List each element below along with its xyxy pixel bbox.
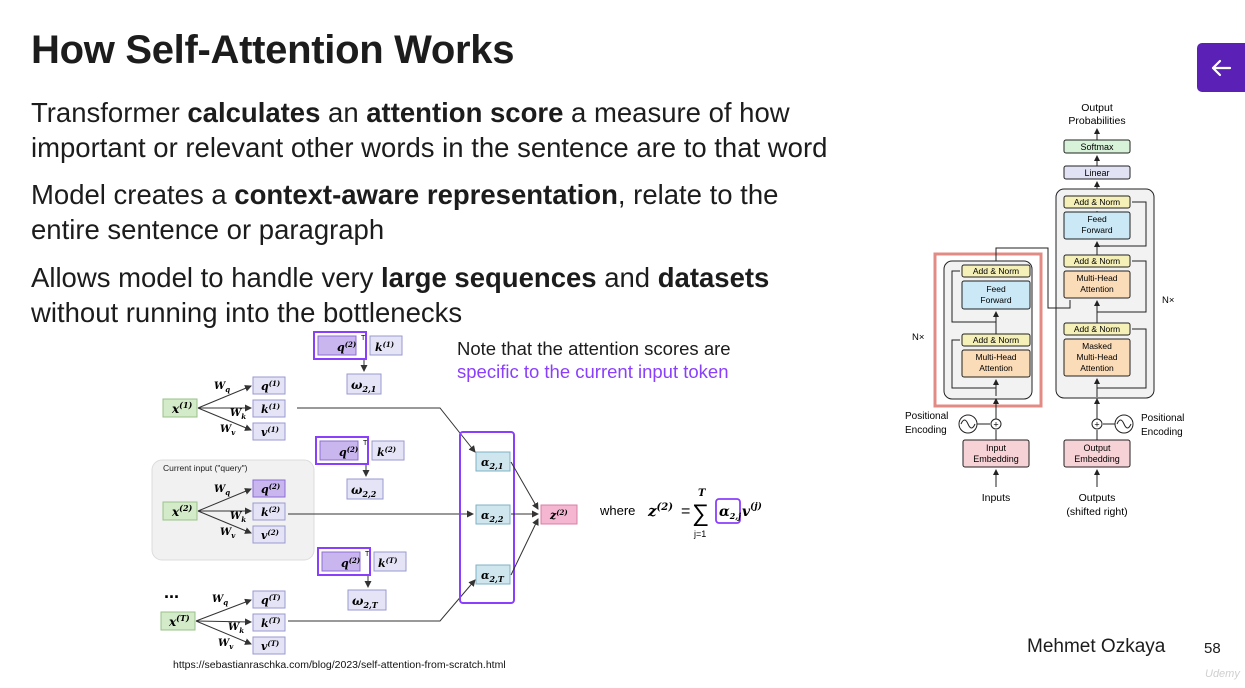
- svg-text:Wk: Wk: [230, 408, 246, 421]
- transformer-diagram: Output Probabilities Softmax Linear Add …: [905, 102, 1184, 518]
- svg-text:Add & Norm: Add & Norm: [973, 335, 1019, 345]
- svg-text:Wv: Wv: [220, 424, 236, 437]
- bullet-3-bold-datasets: datasets: [657, 262, 770, 293]
- svg-text:Softmax: Softmax: [1080, 142, 1114, 152]
- svg-text:Wk: Wk: [228, 622, 244, 635]
- svg-text:T: T: [698, 488, 707, 499]
- svg-text:z(2): z(2): [647, 502, 673, 520]
- svg-text:Multi-Head: Multi-Head: [975, 352, 1016, 362]
- svg-text:Wq: Wq: [212, 594, 228, 607]
- svg-text:Masked: Masked: [1082, 341, 1112, 351]
- svg-text:Positional: Positional: [1141, 413, 1184, 424]
- inputs-label: Inputs: [982, 492, 1011, 504]
- bullet-1: Transformer calculates an attention scor…: [31, 95, 901, 165]
- svg-text:T: T: [363, 440, 368, 447]
- svg-text:Attention: Attention: [979, 363, 1013, 373]
- self-attention-diagram: Current input ("query") x(1) Wq Wk Wv q(…: [151, 331, 762, 655]
- back-button[interactable]: [1197, 43, 1245, 92]
- attention-formula: where z(2) = T ∑ j=1 α2,j v(j): [599, 488, 762, 539]
- svg-text:Add & Norm: Add & Norm: [973, 266, 1019, 276]
- bullet-3-text: without running into the bottlenecks: [31, 297, 463, 328]
- svg-text:Feed: Feed: [1087, 214, 1107, 224]
- svg-text:Embedding: Embedding: [1074, 454, 1120, 464]
- svg-text:Encoding: Encoding: [905, 425, 947, 436]
- decoder-nx-label: N×: [1162, 295, 1174, 306]
- svg-text:where: where: [599, 503, 635, 518]
- slide-title: How Self-Attention Works: [31, 28, 515, 72]
- svg-text:Attention: Attention: [1080, 363, 1114, 373]
- bullet-3-bold-large-sequences: large sequences: [381, 262, 597, 293]
- svg-text:T: T: [361, 335, 366, 342]
- svg-text:Multi-Head: Multi-Head: [1076, 273, 1117, 283]
- page-number: 58: [1204, 640, 1221, 657]
- udemy-watermark: Udemy: [1205, 668, 1240, 680]
- output-probabilities-line2: Probabilities: [1068, 115, 1125, 127]
- svg-text:Linear: Linear: [1084, 168, 1109, 178]
- svg-text:+: +: [993, 420, 998, 430]
- svg-text:Output: Output: [1083, 443, 1111, 453]
- current-input-label: Current input ("query"): [163, 463, 248, 473]
- outputs-label: Outputs: [1079, 492, 1116, 504]
- svg-text:j=1: j=1: [693, 529, 706, 539]
- svg-text:Wq: Wq: [214, 381, 230, 394]
- bullet-2-text: Model creates a: [31, 179, 235, 210]
- encoder-nx-label: N×: [912, 332, 924, 343]
- input-row-t: ... x(T) Wq Wk Wv q(T) k(T) v(T): [160, 582, 286, 655]
- bullet-1-text: an: [320, 97, 367, 128]
- svg-text:Multi-Head: Multi-Head: [1076, 352, 1117, 362]
- bullet-3-text: and: [596, 262, 658, 293]
- svg-text:∑: ∑: [692, 500, 709, 527]
- bullet-2: Model creates a context-aware representa…: [31, 177, 851, 247]
- bullet-1-text: Transformer: [31, 97, 188, 128]
- svg-text:Add & Norm: Add & Norm: [1074, 256, 1120, 266]
- bullet-1-bold-calculates: calculates: [187, 97, 321, 128]
- source-link[interactable]: https://sebastianraschka.com/blog/2023/s…: [173, 659, 506, 671]
- output-probabilities-line1: Output: [1081, 102, 1113, 114]
- ellipsis: ...: [164, 582, 179, 602]
- dot-pair-2: q(2) T k(2) ω2,2: [315, 436, 405, 500]
- svg-text:Positional: Positional: [905, 411, 948, 422]
- svg-text:Wv: Wv: [218, 638, 234, 651]
- dot-pair-1: q(2) T k(1) ω2,1: [313, 331, 403, 395]
- svg-text:Embedding: Embedding: [973, 454, 1019, 464]
- bullet-3: Allows model to handle very large sequen…: [31, 260, 851, 330]
- bullet-1-bold-attention-score: attention score: [366, 97, 564, 128]
- svg-text:α2,j: α2,j: [719, 504, 741, 521]
- svg-text:Add & Norm: Add & Norm: [1074, 197, 1120, 207]
- svg-text:Attention: Attention: [1080, 284, 1114, 294]
- svg-text:Encoding: Encoding: [1141, 427, 1183, 438]
- svg-text:Input: Input: [986, 443, 1007, 453]
- author-name: Mehmet Ozkaya: [1027, 636, 1166, 657]
- bullet-3-text: Allows model to handle very: [31, 262, 382, 293]
- bullet-2-bold-context: context-aware representation: [234, 179, 618, 210]
- svg-text:T: T: [365, 551, 370, 558]
- svg-text:=: =: [681, 503, 690, 520]
- input-row-1: x(1) Wq Wk Wv q(1) k(1) v(1): [162, 376, 286, 441]
- svg-text:Forward: Forward: [1081, 225, 1112, 235]
- svg-text:Forward: Forward: [980, 295, 1011, 305]
- svg-text:Feed: Feed: [986, 284, 1006, 294]
- svg-text:v(j): v(j): [742, 501, 762, 520]
- arrow-left-icon: [1211, 59, 1232, 76]
- slide: How Self-Attention Works Transformer cal…: [0, 0, 1245, 688]
- svg-text:Add & Norm: Add & Norm: [1074, 324, 1120, 334]
- outputs-shifted-label: (shifted right): [1066, 506, 1127, 518]
- svg-text:+: +: [1094, 420, 1099, 430]
- dot-pair-t: q(2) T k(T) ω2,T: [317, 547, 407, 611]
